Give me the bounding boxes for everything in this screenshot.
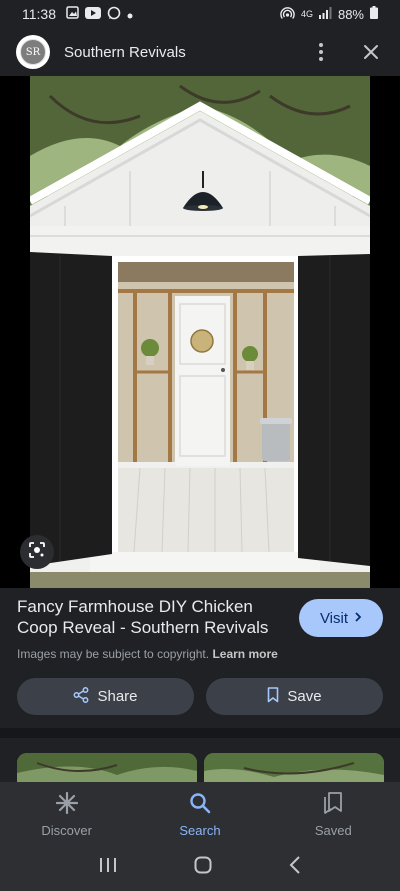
dot-notification-icon — [127, 6, 133, 22]
bookmarks-icon — [323, 792, 343, 817]
youtube-notification-icon — [85, 6, 101, 22]
result-title[interactable]: Fancy Farmhouse DIY Chicken Coop Reveal … — [17, 596, 287, 638]
visit-button[interactable]: Visit — [299, 599, 383, 637]
battery-icon — [370, 6, 378, 22]
back-icon[interactable] — [289, 856, 301, 879]
share-label: Share — [97, 688, 138, 705]
related-images — [0, 738, 400, 788]
status-time: 11:38 — [22, 6, 56, 22]
site-avatar-text: SR — [20, 39, 46, 65]
battery-percent: 88% — [337, 6, 364, 22]
action-row: Share Save — [17, 678, 383, 715]
hotspot-icon — [280, 6, 295, 22]
result-image[interactable] — [30, 76, 370, 588]
nav-discover[interactable]: Discover — [0, 782, 133, 844]
bookmark-icon — [267, 686, 279, 707]
home-icon[interactable] — [194, 856, 212, 879]
asterisk-icon — [55, 791, 78, 817]
bottom-navigation: Discover Search Saved — [0, 782, 400, 844]
section-divider — [0, 728, 400, 738]
chevron-right-icon — [354, 610, 362, 627]
site-name[interactable]: Southern Revivals — [64, 44, 186, 61]
status-bar: 11:38 4G 88% — [0, 0, 400, 28]
save-button[interactable]: Save — [206, 678, 383, 715]
nav-saved[interactable]: Saved — [267, 782, 400, 844]
result-header: SR Southern Revivals — [0, 28, 400, 76]
signal-icon — [318, 6, 332, 22]
more-vert-icon[interactable] — [308, 39, 334, 65]
nav-search[interactable]: Search — [133, 782, 266, 844]
site-avatar[interactable]: SR — [16, 35, 50, 69]
whatsapp-notification-icon — [107, 6, 121, 23]
save-label: Save — [287, 688, 322, 705]
close-icon[interactable] — [358, 39, 384, 65]
lens-icon — [28, 541, 46, 564]
learn-more-link[interactable]: Learn more — [212, 647, 277, 661]
copyright-notice: Images may be subject to copyright. Lear… — [17, 647, 383, 661]
system-navigation — [0, 844, 400, 891]
lens-search-button[interactable] — [20, 535, 54, 569]
visit-label: Visit — [319, 609, 349, 627]
nav-saved-label: Saved — [314, 823, 352, 838]
recents-icon[interactable] — [99, 857, 117, 878]
result-info: Fancy Farmhouse DIY Chicken Coop Reveal … — [0, 596, 400, 661]
nav-discover-label: Discover — [41, 823, 92, 838]
share-icon — [73, 686, 89, 707]
copyright-text: Images may be subject to copyright. — [17, 647, 210, 661]
gallery-notification-icon — [66, 6, 79, 22]
screen: 11:38 4G 88% SR Southern Revivals Fancy … — [0, 0, 400, 891]
network-type: 4G — [300, 9, 313, 19]
nav-search-label: Search — [179, 823, 221, 838]
image-viewer — [0, 76, 400, 588]
search-icon — [189, 792, 211, 817]
share-button[interactable]: Share — [17, 678, 194, 715]
